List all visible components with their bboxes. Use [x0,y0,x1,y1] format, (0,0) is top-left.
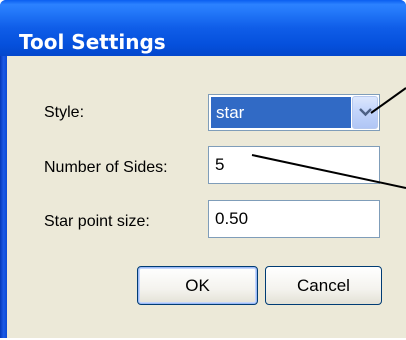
star-point-size-label: Star point size: [44,213,150,230]
ok-button[interactable]: OK [137,266,258,305]
style-selected-value: star [211,97,351,128]
style-dropdown-button[interactable] [352,96,378,129]
style-select[interactable]: star [208,94,380,131]
number-of-sides-label: Number of Sides: [44,159,168,176]
cancel-button[interactable]: Cancel [265,266,382,305]
star-point-size-field[interactable] [208,200,380,238]
chevron-down-icon [359,108,372,117]
dialog-title: Tool Settings [19,30,166,54]
style-label: Style: [44,104,85,121]
number-of-sides-field[interactable] [208,146,380,184]
screenshot-stage: Tool Settings Style: star Number of Side… [0,0,406,340]
dialog-titlebar[interactable]: Tool Settings [0,0,406,56]
dialog-left-frame [0,56,7,339]
